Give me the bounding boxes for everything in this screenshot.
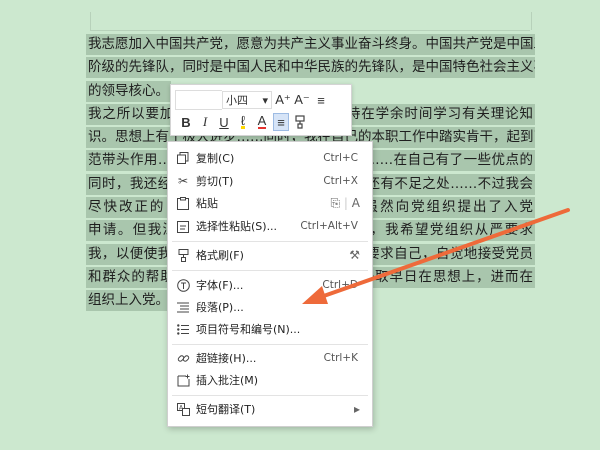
arrow-head <box>302 286 328 304</box>
arrow-shaft <box>316 208 570 300</box>
annotation-arrow <box>302 208 570 304</box>
